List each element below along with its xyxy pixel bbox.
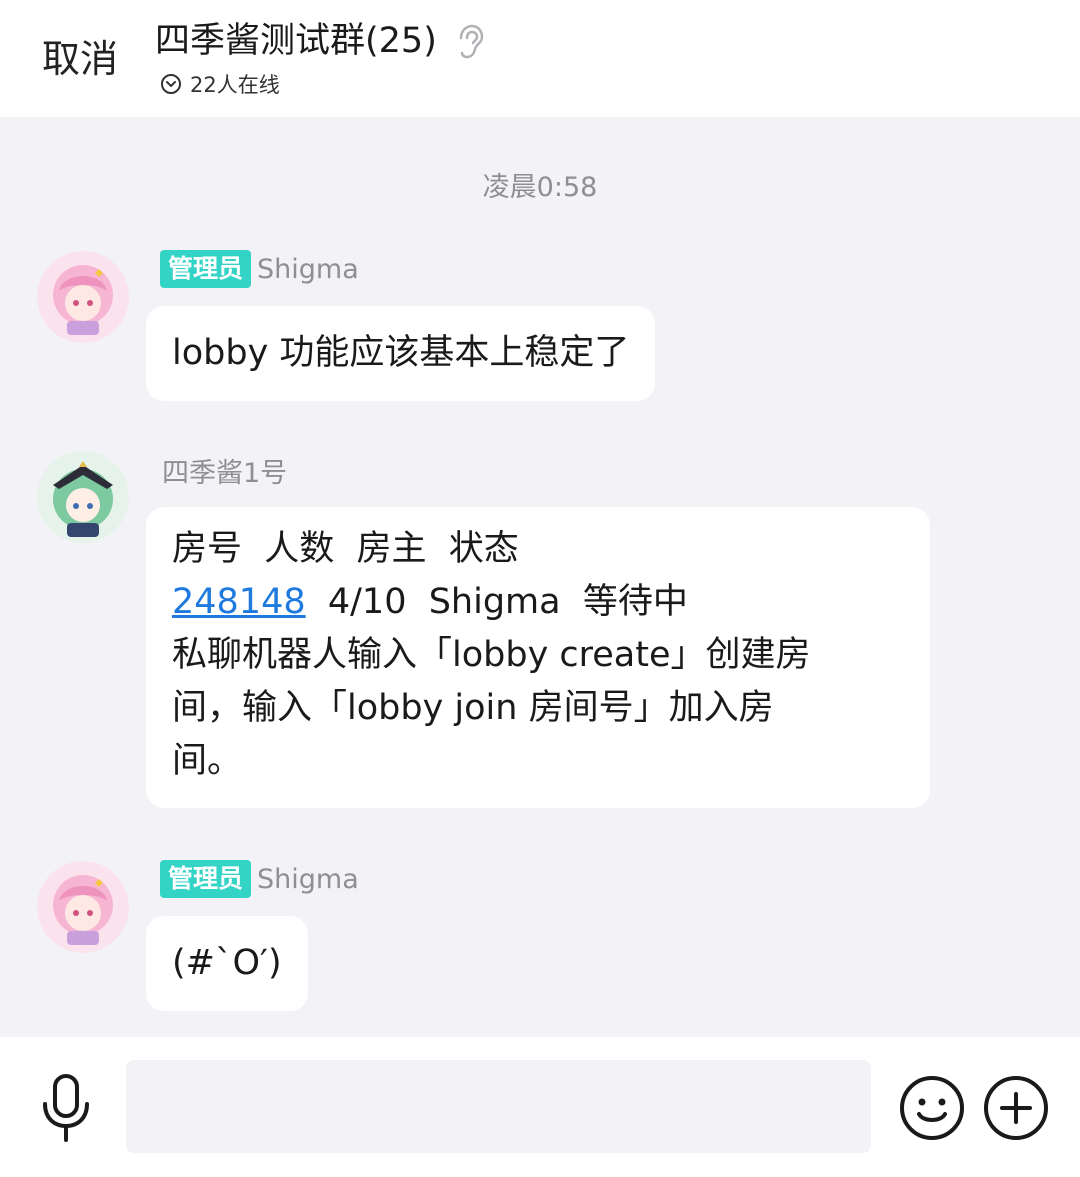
- sender-name[interactable]: Shigma: [257, 254, 359, 285]
- plus-icon[interactable]: [982, 1074, 1050, 1142]
- sender-row: 四季酱1号: [162, 450, 287, 490]
- message-text: lobby 功能应该基本上稳定了: [172, 333, 630, 373]
- message-text-line: 私聊机器人输入「lobby create」创建房: [172, 635, 811, 675]
- message-text-line: 房号 人数 房主 状态: [172, 529, 519, 569]
- sender-name[interactable]: Shigma: [257, 864, 359, 895]
- avatar[interactable]: [37, 251, 129, 343]
- sender-row: 管理员 Shigma: [160, 249, 359, 289]
- room-info-line: 248148 4/10 Shigma 等待中: [172, 576, 904, 629]
- ear-icon[interactable]: [455, 24, 485, 60]
- chevron-down-circle-icon: [161, 74, 181, 94]
- admin-badge: 管理员: [160, 860, 252, 898]
- message-input[interactable]: [126, 1060, 871, 1153]
- admin-badge: 管理员: [160, 250, 252, 288]
- emoji-icon[interactable]: [898, 1074, 966, 1142]
- chat-header: 取消 四季酱测试群(25) 22人在线: [0, 0, 1080, 117]
- room-id-link[interactable]: 248148: [172, 582, 306, 622]
- message-bubble[interactable]: (#`O′): [146, 916, 308, 1011]
- online-count: 22人在线: [190, 73, 280, 97]
- cancel-button[interactable]: 取消: [42, 36, 118, 82]
- avatar[interactable]: [37, 451, 129, 543]
- message-bubble[interactable]: lobby 功能应该基本上稳定了: [146, 306, 656, 401]
- message-timestamp: 凌晨0:58: [482, 172, 598, 203]
- room-info-text: 4/10 Shigma 等待中: [305, 582, 688, 622]
- microphone-icon[interactable]: [38, 1072, 94, 1144]
- message-bubble[interactable]: 房号 人数 房主 状态 248148 4/10 Shigma 等待中 私聊机器人…: [146, 507, 930, 808]
- pink-hair-avatar-icon: [37, 251, 129, 343]
- message-text-line: 间。: [172, 741, 243, 781]
- message-text-line: 间，输入「lobby join 房间号」加入房: [172, 688, 774, 728]
- sender-name[interactable]: 四季酱1号: [162, 451, 287, 490]
- green-hair-avatar-icon: [37, 451, 129, 543]
- message-text: (#`O′): [172, 943, 282, 983]
- group-title[interactable]: 四季酱测试群(25): [155, 18, 437, 64]
- message-list[interactable]: 凌晨0:58 管理员 Shigma lobby 功能应该基本上稳定了 四季酱1号…: [0, 117, 1080, 1037]
- avatar[interactable]: [37, 861, 129, 953]
- sender-row: 管理员 Shigma: [160, 859, 359, 899]
- online-status[interactable]: 22人在线: [160, 70, 280, 98]
- pink-hair-avatar-icon: [37, 861, 129, 953]
